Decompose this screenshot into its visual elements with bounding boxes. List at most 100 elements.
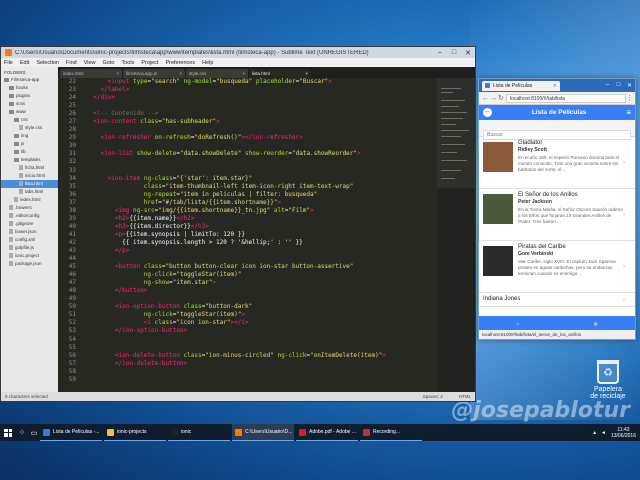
minimap-viewport[interactable] — [437, 78, 475, 188]
sidebar-item[interactable]: plugins — [1, 92, 58, 100]
line-number: 54 — [68, 335, 76, 343]
line-number: 37 — [68, 198, 76, 206]
sidebar-item[interactable]: style.css — [1, 124, 58, 132]
editor-tab[interactable]: style.css × — [186, 69, 248, 78]
line-number: 25 — [68, 102, 76, 110]
line-number: 41 — [68, 230, 76, 238]
menu-goto[interactable]: Goto — [103, 60, 115, 66]
sidebar-item[interactable]: lib — [1, 148, 58, 156]
taskbar-item[interactable]: C:\Users\Usuario\D... — [232, 424, 294, 441]
browser-close-icon[interactable]: ✕ — [624, 82, 635, 89]
sidebar-item[interactable]: templates — [1, 156, 58, 164]
tab-home-icon[interactable]: ⌂ — [516, 321, 518, 326]
reload-icon[interactable]: ↻ — [498, 94, 506, 102]
code-lines[interactable]: <input type="search" ng-model="busqueda"… — [80, 78, 437, 392]
tab-list-icon[interactable]: ▤ — [594, 321, 598, 326]
sublime-window[interactable]: C:\Users\Usuario\Documents\ionic-project… — [0, 46, 476, 402]
maximize-icon[interactable]: □ — [447, 49, 461, 57]
browser-menu-icon[interactable]: ⋮ — [626, 94, 633, 102]
taskbar-item[interactable]: Adobe.pdf - Adobe ... — [296, 424, 358, 441]
browser-maximize-icon[interactable]: □ — [613, 82, 624, 89]
sidebar-item[interactable]: config.xml — [1, 236, 58, 244]
movie-item[interactable]: Indiana Jones › — [479, 293, 635, 307]
menu-find[interactable]: Find — [66, 60, 77, 66]
tab-close-icon[interactable]: ✕ — [553, 83, 557, 89]
sidebar-item[interactable]: lista.html — [1, 180, 58, 188]
sidebar-item[interactable]: img — [1, 132, 58, 140]
taskbar-item[interactable]: Recording... — [360, 424, 422, 441]
editor-tab[interactable]: lista.html × — [249, 69, 311, 78]
close-icon[interactable]: ✕ — [461, 49, 475, 57]
folder-sidebar[interactable]: FOLDERS Filmsteca-app hooks plugins scss www… — [1, 67, 58, 392]
sidebar-item[interactable]: bower.json — [1, 228, 58, 236]
sidebar-item[interactable]: .bowerrc — [1, 204, 58, 212]
tab-close-icon[interactable]: × — [305, 71, 308, 76]
editor-tab[interactable]: index.html × — [60, 69, 122, 78]
search-input[interactable] — [483, 130, 631, 140]
sidebar-item[interactable]: Filmsteca-app — [1, 76, 58, 84]
recycle-bin[interactable]: ♻ Papelera de reciclaje — [590, 360, 626, 400]
tab-close-icon[interactable]: × — [242, 71, 245, 76]
clock[interactable]: 11:43 13/06/2016 — [611, 427, 636, 439]
sidebar-item[interactable]: inicio.html — [1, 172, 58, 180]
taskbar-item[interactable]: ionic-projects — [104, 424, 166, 441]
task-view-icon[interactable]: ▭ — [28, 424, 40, 441]
menu-tools[interactable]: Tools — [121, 60, 134, 66]
menu-help[interactable]: Help — [202, 60, 213, 66]
line-number: 30 — [68, 142, 76, 150]
minimize-icon[interactable]: – — [433, 49, 447, 57]
forward-icon[interactable]: → — [490, 95, 498, 102]
minimap[interactable] — [437, 78, 475, 392]
sidebar-item[interactable]: hooks — [1, 84, 58, 92]
taskbar-item[interactable]: Lista de Películas -... — [40, 424, 102, 441]
movie-item[interactable]: Gladiator Ridley Scott En el año 180, el I… — [479, 137, 635, 189]
sidebar-item[interactable]: www — [1, 108, 58, 116]
sidebar-item[interactable]: ionic.project — [1, 252, 58, 260]
browser-tab[interactable]: Lista de Películas ✕ — [482, 80, 560, 91]
browser-window[interactable]: Lista de Películas ✕ – □ ✕ ← → ↻ localho… — [478, 78, 636, 340]
tab-close-icon[interactable]: × — [116, 71, 119, 76]
sidebar-item[interactable]: .editorconfig — [1, 212, 58, 220]
menu-project[interactable]: Project — [141, 60, 158, 66]
reorder-icon[interactable]: ≡ — [626, 108, 631, 117]
line-number: 55 — [68, 343, 76, 351]
menu-edit[interactable]: Edit — [20, 60, 29, 66]
editor-tab[interactable]: filmsteca.app.js × — [123, 69, 185, 78]
app-header-title: Lista de Películas — [531, 109, 587, 116]
movie-thumbnail — [483, 194, 513, 224]
sidebar-item-label: lista.html — [25, 181, 43, 186]
sidebar-item[interactable]: scss — [1, 100, 58, 108]
url-field[interactable]: localhost:8100/#/tab/lista — [506, 93, 626, 103]
start-button[interactable] — [0, 424, 16, 441]
sidebar-item[interactable]: gulpfile.js — [1, 244, 58, 252]
sidebar-item[interactable]: js — [1, 140, 58, 148]
sidebar-item[interactable]: tabs.html — [1, 188, 58, 196]
taskbar-item[interactable]: ionic — [168, 424, 230, 441]
browser-minimize-icon[interactable]: – — [602, 82, 613, 89]
volume-icon[interactable]: ◄ — [601, 430, 606, 436]
search-icon[interactable]: ○ — [16, 424, 28, 441]
sidebar-item[interactable]: ficha.html — [1, 164, 58, 172]
sidebar-item[interactable]: package.json — [1, 260, 58, 268]
status-spaces[interactable]: Spaces: 2 — [423, 394, 443, 399]
movie-item[interactable]: El Señor de los Anillos Peter Jackson En l… — [479, 189, 635, 241]
menu-preferences[interactable]: Preferences — [165, 60, 195, 66]
line-number: 38 — [68, 206, 76, 214]
tab-close-icon[interactable]: × — [179, 71, 182, 76]
sidebar-item[interactable]: css — [1, 116, 58, 124]
taskbar-item-label: Adobe.pdf - Adobe ... — [309, 429, 356, 435]
folder-icon — [9, 101, 14, 106]
back-icon[interactable]: ← — [482, 95, 490, 102]
menu-view[interactable]: View — [84, 60, 96, 66]
taskbar-item-label: Recording... — [373, 429, 400, 435]
code-editor[interactable]: index.html × filmsteca.app.js × style.css × li… — [58, 67, 475, 392]
menu-file[interactable]: File — [4, 60, 13, 66]
menu-selection[interactable]: Selection — [36, 60, 59, 66]
sidebar-item[interactable]: index.html — [1, 196, 58, 204]
status-syntax[interactable]: HTML — [459, 394, 471, 399]
movie-item[interactable]: Piratas del Caribe Gore Verbinski Mar Cari… — [479, 241, 635, 293]
sidebar-item[interactable]: .gitignore — [1, 220, 58, 228]
sublime-titlebar[interactable]: C:\Users\Usuario\Documents\ionic-project… — [1, 47, 475, 58]
delete-toggle-icon[interactable]: – — [483, 108, 492, 117]
network-icon[interactable]: ▲ — [592, 430, 597, 436]
